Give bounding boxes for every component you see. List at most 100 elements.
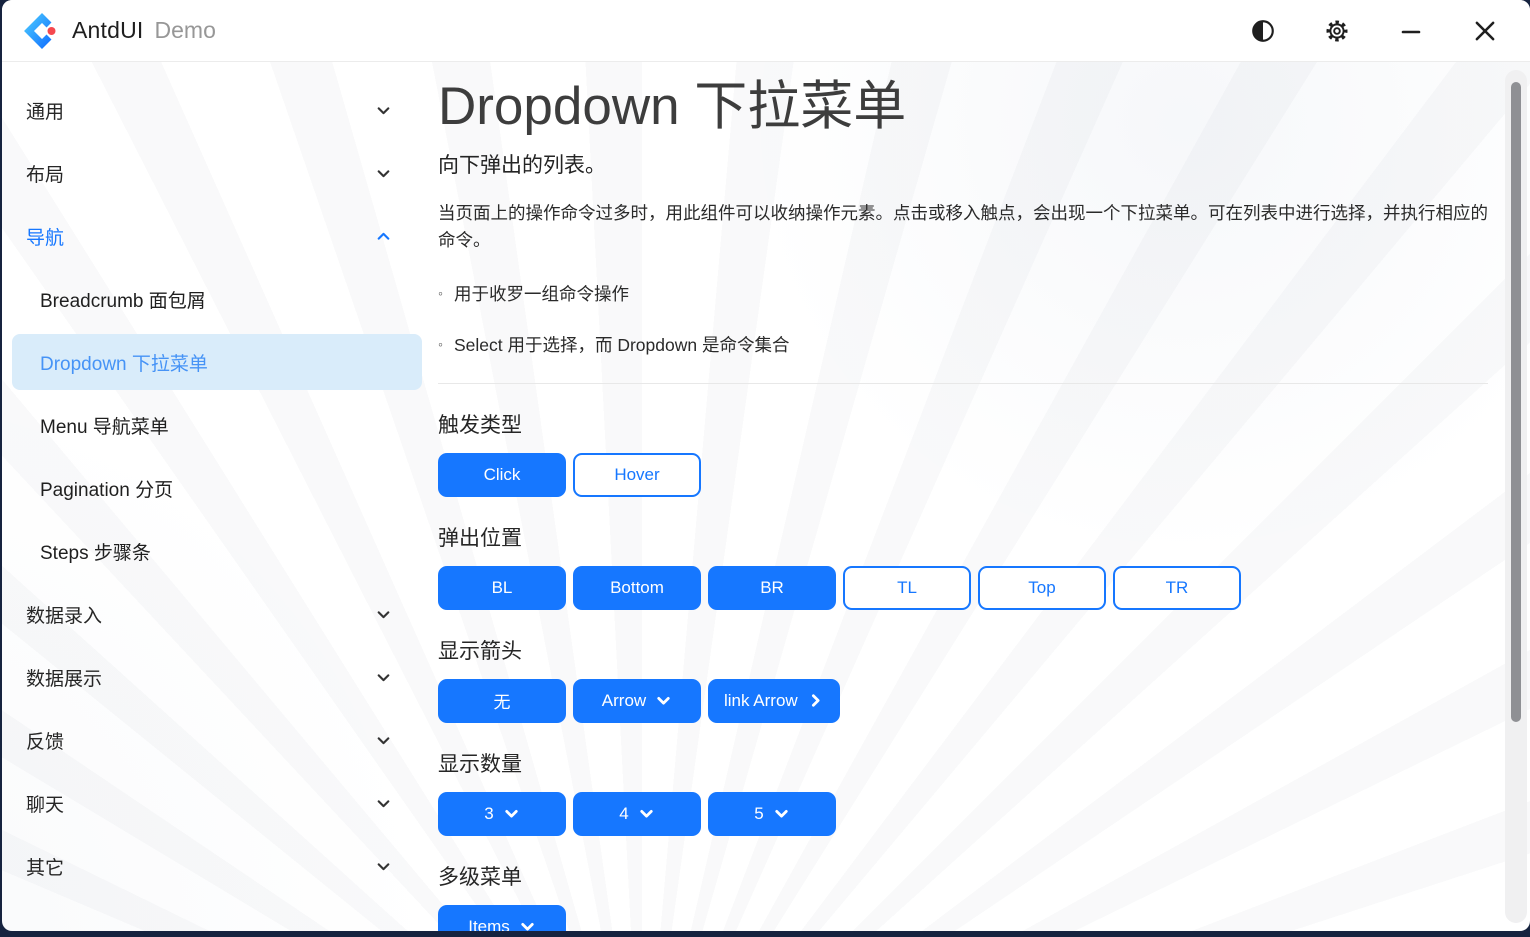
bullet-marker: ◦: [438, 337, 443, 351]
button-label: Click: [484, 465, 521, 485]
section: 显示数量 3 45: [438, 748, 1498, 836]
sidebar-group-feedback[interactable]: 反馈: [12, 712, 422, 768]
sidebar-item-label: Breadcrumb 面包屑: [40, 286, 206, 313]
settings-button[interactable]: [1314, 8, 1360, 54]
gear-icon: [1324, 18, 1350, 44]
button-row: BL Bottom BR TL Top TR: [438, 566, 1498, 610]
items-button[interactable]: Items: [438, 905, 566, 931]
divider: [438, 383, 1488, 384]
bullet-text: 用于收罗一组命令操作: [454, 281, 629, 306]
chevron-right-icon: [807, 692, 824, 709]
section: 显示箭头无 Arrow link Arrow: [438, 635, 1498, 723]
chevron-down-icon: [519, 918, 536, 931]
sidebar-group-chat[interactable]: 聊天: [12, 775, 422, 831]
button-label: Arrow: [602, 691, 646, 711]
app-window: AntdUI Demo 通: [2, 0, 1530, 931]
button-label: TR: [1166, 578, 1189, 598]
bl-button[interactable]: BL: [438, 566, 566, 610]
page-description: 当页面上的操作命令过多时，用此组件可以收纳操作元素。点击或移入触点，会出现一个下…: [438, 200, 1488, 254]
tl-button[interactable]: TL: [843, 566, 971, 610]
sidebar-item-breadcrumb[interactable]: Breadcrumb 面包屑: [12, 271, 422, 327]
sidebar-group-label: 数据展示: [26, 664, 102, 691]
button-label: Items: [468, 917, 510, 931]
link-arrow-button[interactable]: link Arrow: [708, 679, 840, 723]
chevron-up-icon: [375, 228, 392, 245]
sidebar-group-label: 数据录入: [26, 601, 102, 628]
close-button[interactable]: [1462, 8, 1508, 54]
chevron-down-icon: [375, 606, 392, 623]
scrollbar-track[interactable]: [1505, 70, 1527, 923]
close-icon: [1472, 18, 1498, 44]
button-label: BR: [760, 578, 784, 598]
sidebar-group-navigation[interactable]: 导航: [12, 208, 422, 264]
bullet-item: ◦ Select 用于选择，而 Dropdown 是命令集合: [438, 332, 1498, 357]
minimize-icon: [1399, 19, 1423, 43]
sidebar-group-label: 聊天: [26, 790, 64, 817]
antdui-logo-icon: [24, 13, 60, 49]
section-heading: 触发类型: [438, 409, 1498, 439]
bottom-button[interactable]: Bottom: [573, 566, 701, 610]
section: 弹出位置 BL Bottom BR TL Top TR: [438, 522, 1498, 610]
chevron-down-icon: [655, 692, 672, 709]
sidebar-item-steps[interactable]: Steps 步骤条: [12, 523, 422, 579]
sidebar-group-label: 反馈: [26, 727, 64, 754]
click-button[interactable]: Click: [438, 453, 566, 497]
button-row: Items: [438, 905, 1498, 931]
button-label: TL: [897, 578, 917, 598]
sidebar-group-data-entry[interactable]: 数据录入: [12, 586, 422, 642]
sidebar-item-pagination[interactable]: Pagination 分页: [12, 460, 422, 516]
section-heading: 显示数量: [438, 748, 1498, 778]
chevron-down-icon: [773, 805, 790, 822]
chevron-down-icon: [375, 795, 392, 812]
section-heading: 显示箭头: [438, 635, 1498, 665]
count-4-button[interactable]: 4: [573, 792, 701, 836]
sidebar-item-label: Steps 步骤条: [40, 538, 151, 565]
bullet-item: ◦ 用于收罗一组命令操作: [438, 281, 1498, 306]
arrow-button[interactable]: Arrow: [573, 679, 701, 723]
br-button[interactable]: BR: [708, 566, 836, 610]
count-5-button[interactable]: 5: [708, 792, 836, 836]
sidebar-item-dropdown[interactable]: Dropdown 下拉菜单: [12, 334, 422, 390]
none-arrow-button[interactable]: 无: [438, 679, 566, 723]
sidebar-item-menu[interactable]: Menu 导航菜单: [12, 397, 422, 453]
app-title-suffix: Demo: [155, 17, 216, 44]
section-heading: 多级菜单: [438, 861, 1498, 891]
top-button[interactable]: Top: [978, 566, 1106, 610]
bullet-text: Select 用于选择，而 Dropdown 是命令集合: [454, 332, 790, 357]
sidebar-group-data-display[interactable]: 数据展示: [12, 649, 422, 705]
sidebar-group-label: 通用: [26, 97, 64, 124]
sidebar-group-label: 导航: [26, 223, 64, 250]
button-label: Hover: [614, 465, 659, 485]
count-3-button[interactable]: 3: [438, 792, 566, 836]
main-content: Dropdown 下拉菜单 向下弹出的列表。 当页面上的操作命令过多时，用此组件…: [432, 63, 1498, 931]
button-row: Click Hover: [438, 453, 1498, 497]
sidebar-group-label: 其它: [26, 853, 64, 880]
theme-half-circle-icon: [1250, 18, 1276, 44]
sidebar-group-other[interactable]: 其它: [12, 838, 422, 894]
button-label: BL: [492, 578, 513, 598]
section: 触发类型 Click Hover: [438, 409, 1498, 497]
tr-button[interactable]: TR: [1113, 566, 1241, 610]
minimize-button[interactable]: [1388, 8, 1434, 54]
section: 多级菜单 Items: [438, 861, 1498, 931]
button-row: 无 Arrow link Arrow: [438, 679, 1498, 723]
sidebar: 通用布局导航 Breadcrumb 面包屑 Dropdown 下拉菜单 Menu 导航…: [2, 63, 432, 931]
button-label: Bottom: [610, 578, 664, 598]
hover-button[interactable]: Hover: [573, 453, 701, 497]
bullet-marker: ◦: [438, 286, 443, 300]
sidebar-group-general[interactable]: 通用: [12, 82, 422, 138]
chevron-down-icon: [375, 102, 392, 119]
sidebar-item-label: Dropdown 下拉菜单: [40, 349, 208, 376]
chevron-down-icon: [638, 805, 655, 822]
button-label: 3: [484, 804, 493, 824]
chevron-down-icon: [503, 805, 520, 822]
scrollbar-thumb[interactable]: [1511, 82, 1521, 722]
bullet-list: ◦ 用于收罗一组命令操作 ◦ Select 用于选择，而 Dropdown 是命令集合: [438, 281, 1498, 357]
title-bar: AntdUI Demo: [2, 0, 1530, 62]
theme-toggle-button[interactable]: [1240, 8, 1286, 54]
sidebar-item-label: Pagination 分页: [40, 475, 173, 502]
section-heading: 弹出位置: [438, 522, 1498, 552]
chevron-down-icon: [375, 732, 392, 749]
sidebar-group-layout[interactable]: 布局: [12, 145, 422, 201]
demo-sections: 触发类型 Click Hover 弹出位置 BL Bottom BR TL Top TR 显示箭头无…: [438, 409, 1498, 931]
